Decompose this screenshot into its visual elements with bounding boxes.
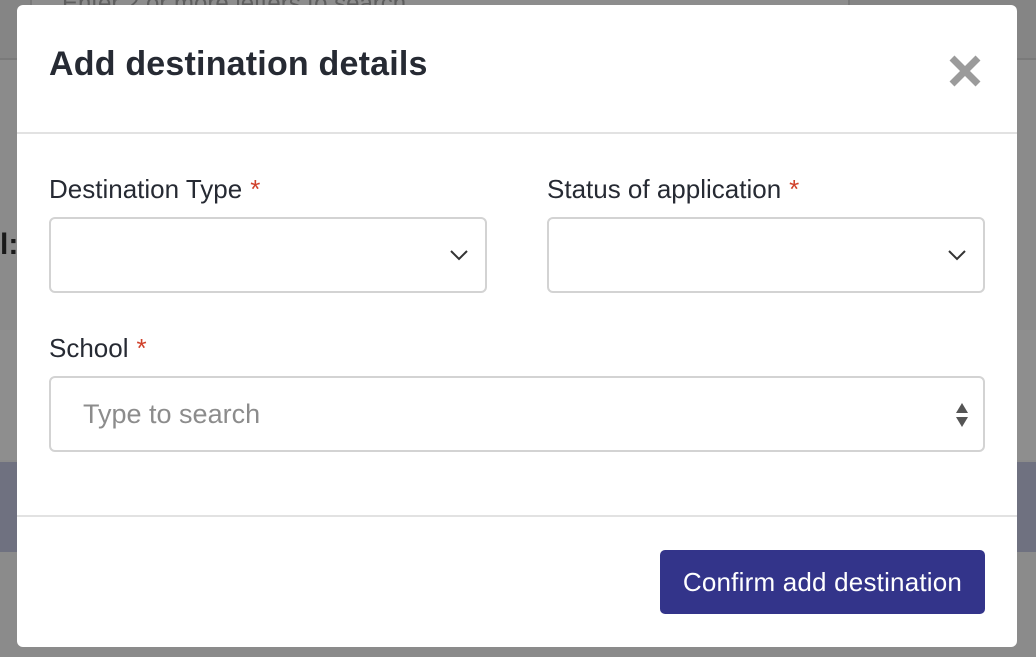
status-label: Status of application * — [547, 174, 799, 205]
modal-body: Destination Type * Status of application *… — [17, 134, 1017, 517]
destination-type-label: Destination Type * — [49, 174, 260, 205]
school-label: School * — [49, 333, 147, 364]
modal-footer: Confirm add destination — [17, 517, 1017, 646]
chevron-down-icon — [450, 250, 468, 261]
required-asterisk: * — [136, 333, 147, 363]
school-search-input[interactable] — [51, 378, 931, 450]
close-button[interactable] — [947, 51, 987, 91]
status-label-text: Status of application — [547, 174, 782, 204]
school-label-text: School — [49, 333, 129, 363]
sort-arrows-icon — [956, 403, 968, 427]
school-search-box[interactable] — [49, 376, 985, 452]
confirm-add-destination-button[interactable]: Confirm add destination — [660, 550, 985, 614]
chevron-down-icon — [948, 250, 966, 261]
required-asterisk: * — [789, 174, 800, 204]
required-asterisk: * — [250, 174, 261, 204]
modal-title: Add destination details — [49, 45, 428, 83]
destination-type-select[interactable] — [49, 217, 487, 293]
modal-header: Add destination details — [17, 5, 1017, 134]
add-destination-modal: Add destination details Destination Type… — [17, 5, 1017, 647]
close-icon — [949, 55, 981, 87]
status-select[interactable] — [547, 217, 985, 293]
background-partial-label: l: — [0, 228, 19, 261]
destination-type-label-text: Destination Type — [49, 174, 243, 204]
